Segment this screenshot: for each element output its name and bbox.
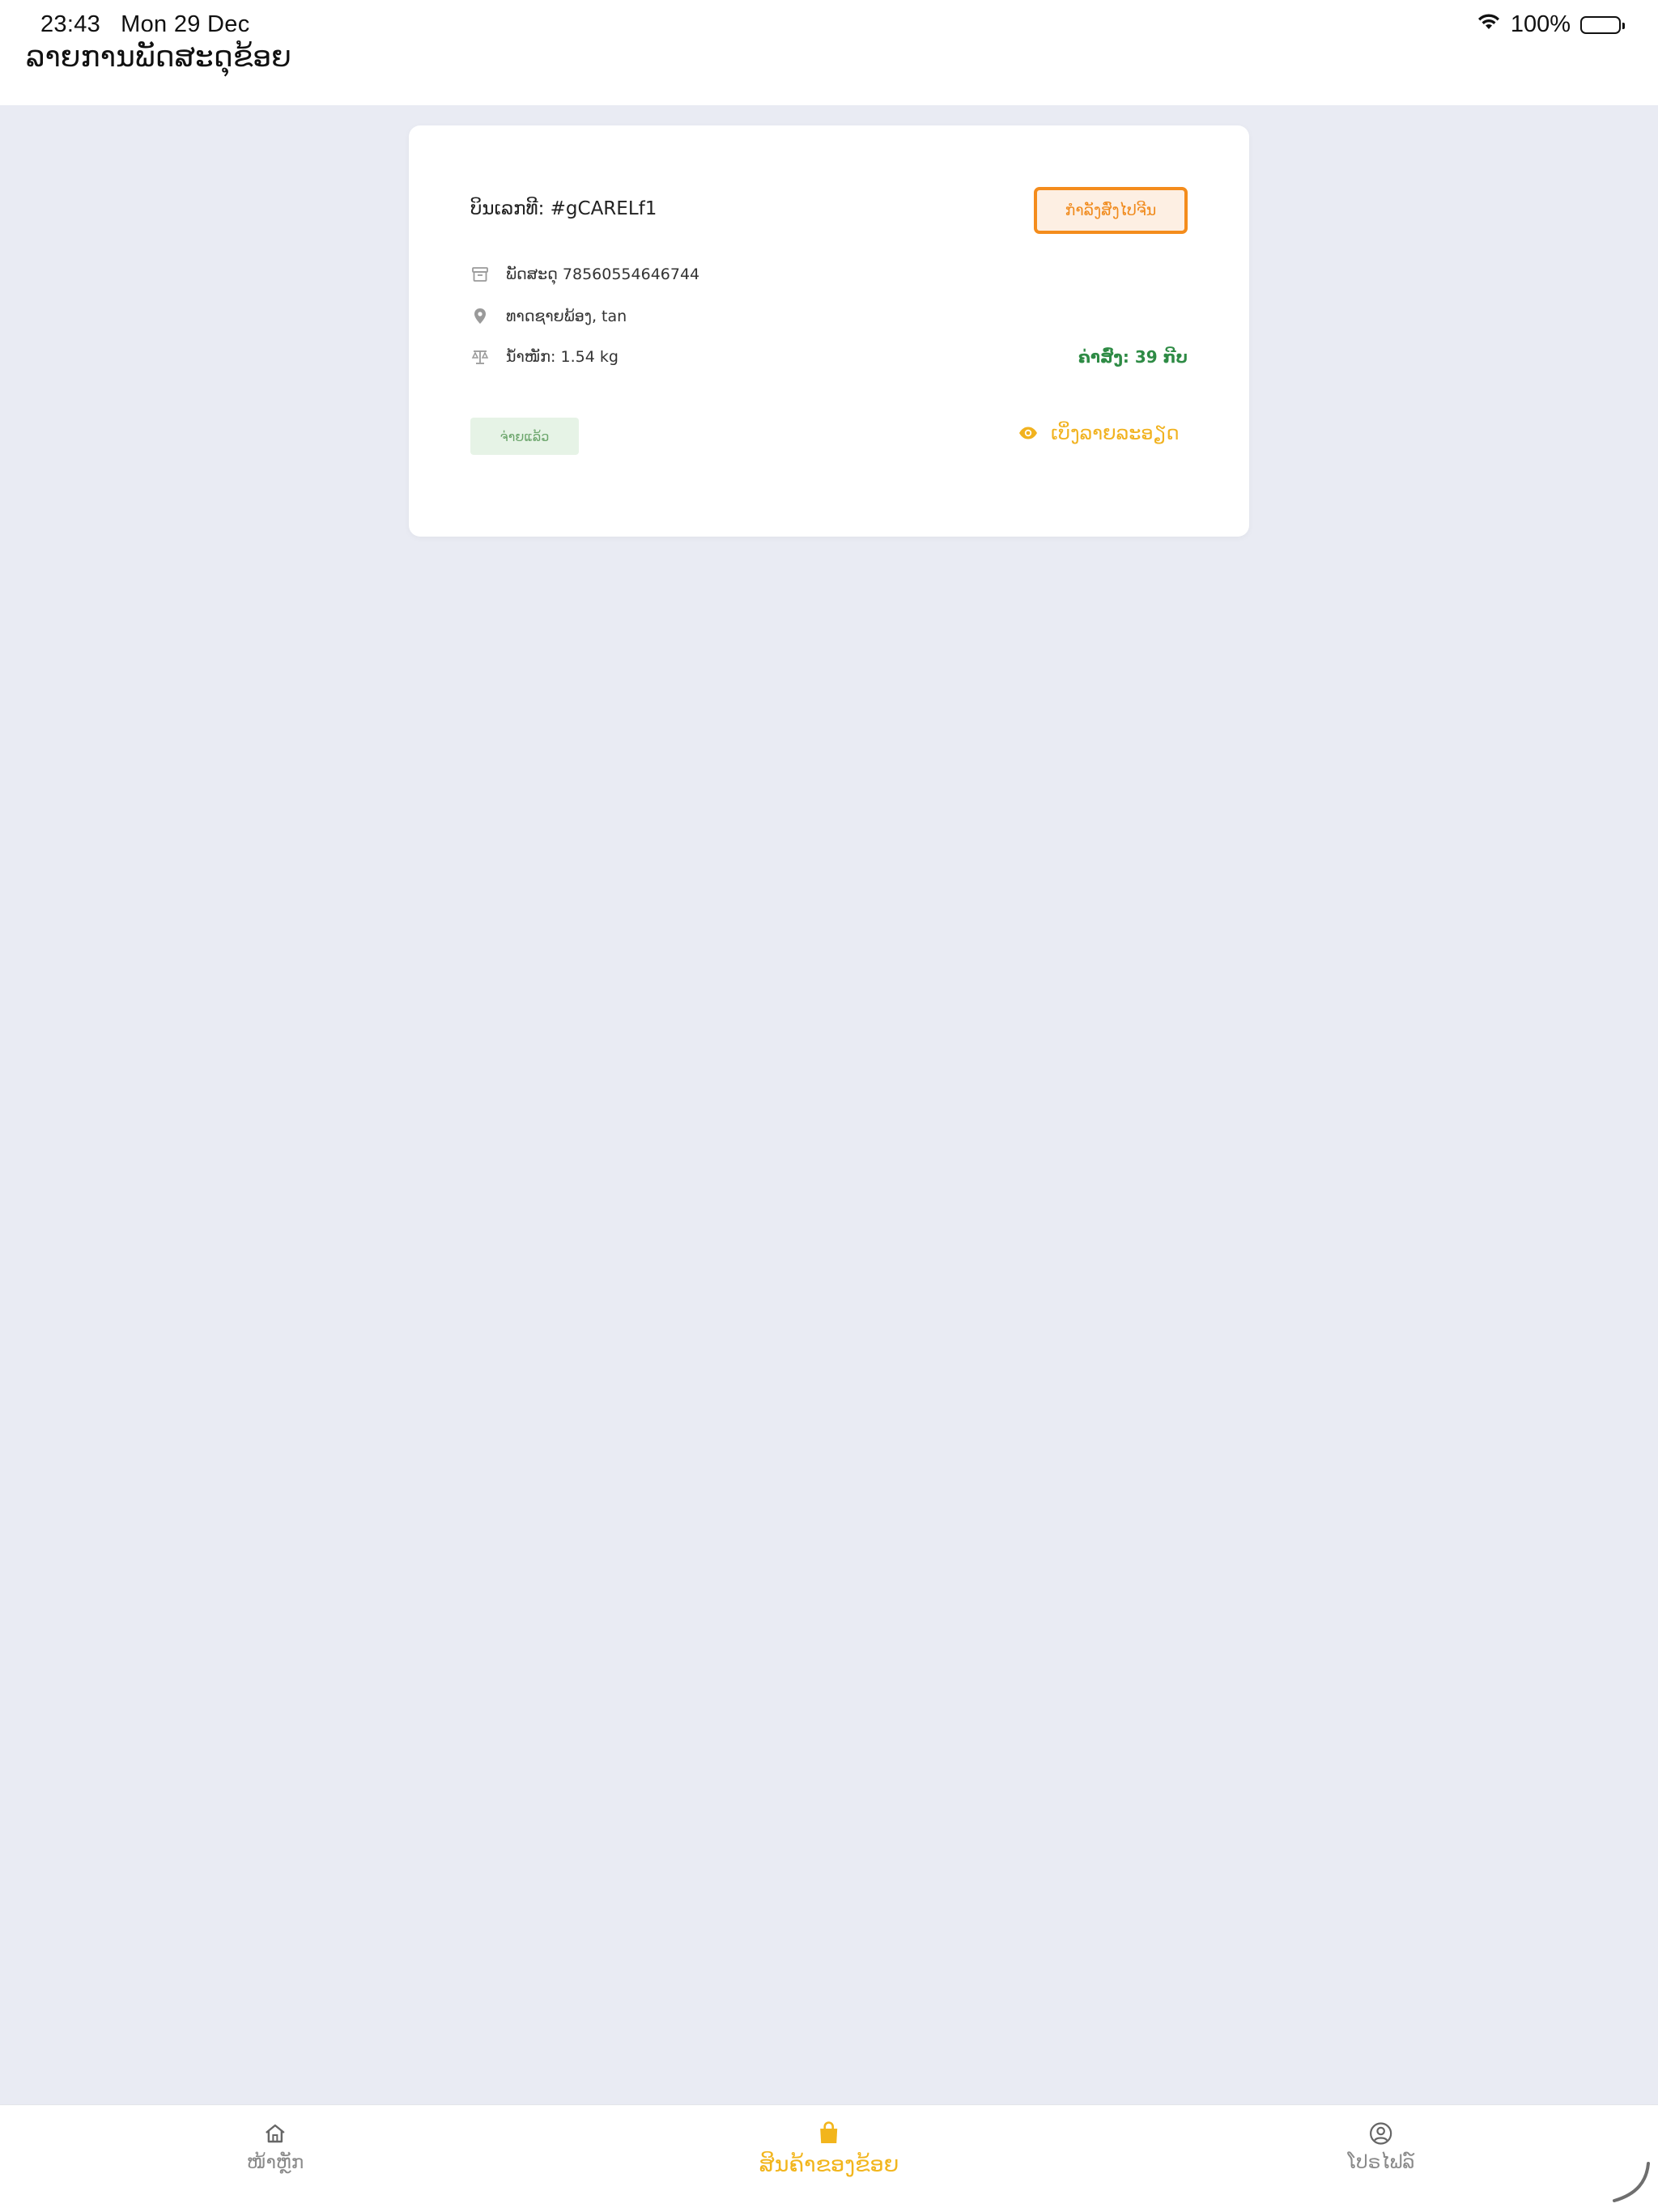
nav-item-my-products[interactable]: ສິນຄ້າຂອງຂ້ອຍ xyxy=(759,2120,899,2177)
status-bar: 23:43 Mon 29 Dec 100% ລາຍການພັດສະດຸຂ້ອຍ xyxy=(0,0,1658,105)
status-time: 23:43 Mon 29 Dec xyxy=(40,11,250,38)
status-time-value: 23:43 xyxy=(40,11,101,37)
weight-row: ນ້ຳໜັກ: 1.54 kg xyxy=(470,347,619,367)
shipping-status-button[interactable]: ກຳລັງສົ່ງໄປຈີນ xyxy=(1034,187,1188,234)
nav-label-home: ໜ້າຫຼັກ xyxy=(246,2152,304,2173)
view-details-link[interactable]: ເບິ່ງລາຍລະອຽດ xyxy=(1018,422,1180,444)
nav-item-profile[interactable]: ໂປຣໄຟລ໌ xyxy=(1347,2120,1415,2173)
location-row: ທາດຊາຍພ້ອງ, tan xyxy=(470,307,627,326)
parcel-row: ພັດສະດຸ 78560554646744 xyxy=(470,265,699,284)
order-card: ບິນເລກທີ: #gCARELf1 ກຳລັງສົ່ງໄປຈີນ ພັດສະ… xyxy=(409,125,1249,537)
location-text: ທາດຊາຍພ້ອງ, tan xyxy=(506,308,627,325)
battery-percent: 100% xyxy=(1510,11,1571,37)
nav-label-my-products: ສິນຄ້າຂອງຂ້ອຍ xyxy=(759,2152,899,2177)
shopping-bag-icon xyxy=(815,2120,843,2147)
nav-item-home[interactable]: ໜ້າຫຼັກ xyxy=(247,2120,304,2173)
page-title: ລາຍການພັດສະດຸຂ້ອຍ xyxy=(26,40,291,74)
box-icon xyxy=(470,265,490,284)
nav-label-profile: ໂປຣໄຟລ໌ xyxy=(1347,2152,1415,2173)
eye-icon xyxy=(1018,422,1038,444)
home-indicator-corner xyxy=(1613,2162,1650,2202)
wifi-icon xyxy=(1477,11,1501,38)
view-details-label: ເບິ່ງລາຍລະອຽດ xyxy=(1051,422,1180,444)
location-pin-icon xyxy=(470,307,490,326)
bill-number: ບິນເລກທີ: #gCARELf1 xyxy=(470,198,657,219)
battery-icon xyxy=(1580,15,1625,34)
status-date-value: Mon 29 Dec xyxy=(121,11,250,37)
user-circle-icon xyxy=(1367,2120,1395,2147)
scale-icon xyxy=(470,347,490,367)
home-icon xyxy=(261,2120,289,2147)
parcel-number: ພັດສະດຸ 78560554646744 xyxy=(506,265,700,283)
status-indicators: 100% xyxy=(1477,11,1625,38)
payment-status-badge: ຈ່າຍແລ້ວ xyxy=(470,418,579,455)
weight-text: ນ້ຳໜັກ: 1.54 kg xyxy=(506,348,619,366)
shipping-price: ຄ່າສົ່ງ: 39 ກີບ xyxy=(1078,347,1188,367)
bottom-navigation: ໜ້າຫຼັກ ສິນຄ້າຂອງຂ້ອຍ ໂປຣໄຟລ໌ xyxy=(0,2104,1658,2212)
